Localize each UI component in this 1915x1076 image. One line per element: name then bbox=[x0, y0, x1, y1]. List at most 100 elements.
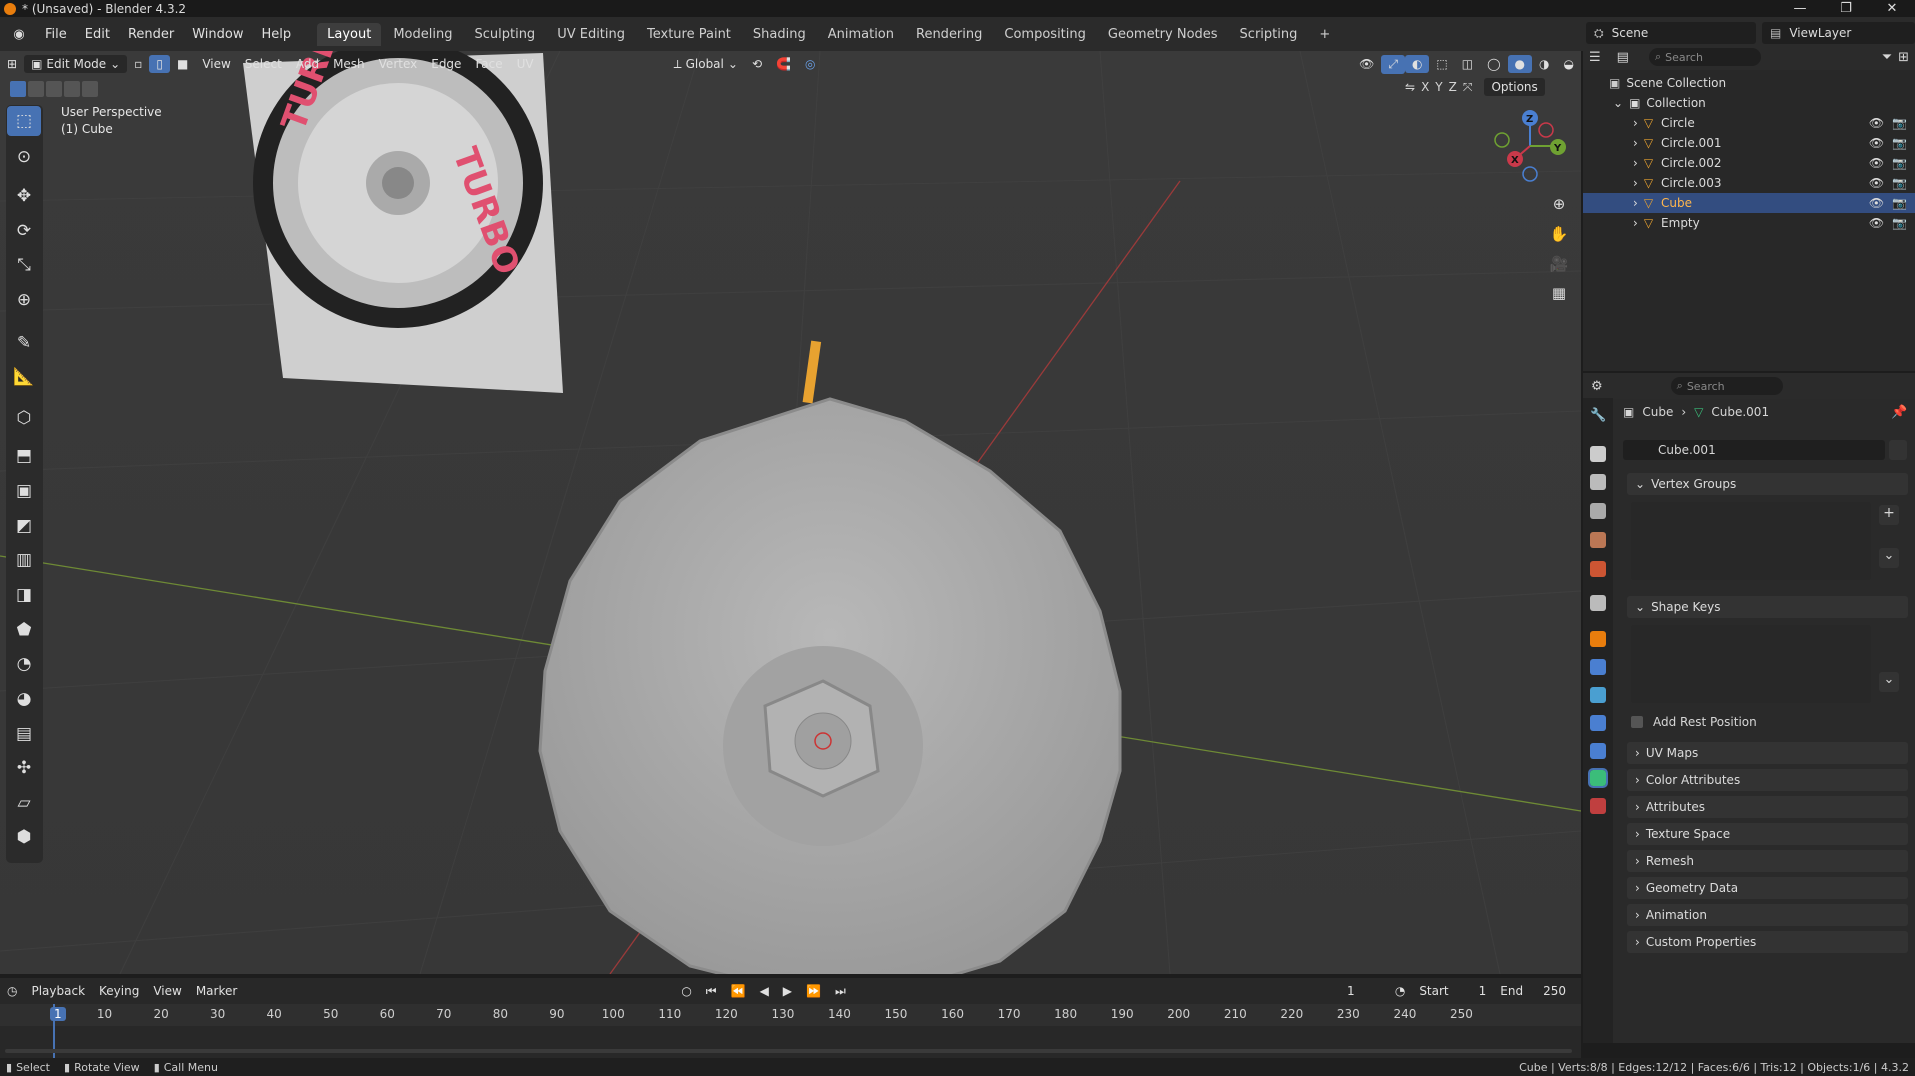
tab-scripting[interactable]: Scripting bbox=[1230, 23, 1308, 46]
menu-playback[interactable]: Playback bbox=[24, 982, 92, 1000]
camera-icon[interactable]: 📷 bbox=[1892, 176, 1907, 190]
outliner-search[interactable]: ⌕ Search bbox=[1648, 48, 1761, 66]
extrude-tool-icon[interactable]: ⬒ bbox=[7, 441, 41, 471]
menu-view[interactable]: View bbox=[195, 55, 237, 73]
collection-row[interactable]: ⌄ ▣ Collection bbox=[1583, 93, 1915, 113]
menu-edit[interactable]: Edit bbox=[76, 27, 119, 42]
breadcrumb-data[interactable]: Cube.001 bbox=[1711, 405, 1769, 419]
vertex-group-menu-icon[interactable]: ⌄ bbox=[1879, 548, 1899, 568]
solid-shading-icon[interactable]: ● bbox=[1507, 55, 1533, 73]
outliner-item[interactable]: › ▽ Cube 👁 📷 bbox=[1583, 193, 1915, 213]
mesh-overlay-icon[interactable]: ⬚ bbox=[1429, 55, 1454, 73]
menu-mesh[interactable]: Mesh bbox=[326, 55, 372, 73]
properties-search[interactable]: ⌕ Search bbox=[1670, 377, 1783, 395]
view-layer-tab-icon[interactable] bbox=[1590, 503, 1606, 519]
scene-selector[interactable]: ⛭ Scene bbox=[1586, 22, 1756, 44]
menu-uv[interactable]: UV bbox=[510, 55, 541, 73]
shape-keys-list[interactable] bbox=[1631, 625, 1871, 703]
scene-tab-icon[interactable] bbox=[1590, 532, 1606, 548]
render-tab-icon[interactable] bbox=[1590, 446, 1606, 462]
transform-orientation[interactable]: ⟂ Global ⌄ bbox=[667, 55, 745, 74]
axis-y[interactable]: Y bbox=[1435, 80, 1442, 94]
editor-type-icon[interactable]: ⊞ bbox=[0, 55, 24, 73]
inset-tool-icon[interactable]: ▣ bbox=[7, 476, 41, 506]
scale-tool-icon[interactable]: ⤡ bbox=[7, 250, 41, 280]
minimize-button[interactable]: — bbox=[1777, 0, 1823, 17]
eye-icon[interactable]: 👁 bbox=[1869, 176, 1884, 190]
add-vertex-group-button[interactable]: + bbox=[1879, 505, 1899, 525]
eye-icon[interactable]: 👁 bbox=[1869, 136, 1884, 150]
menu-window[interactable]: Window bbox=[183, 27, 252, 42]
camera-icon[interactable]: 📷 bbox=[1892, 116, 1907, 130]
menu-help[interactable]: Help bbox=[253, 27, 301, 42]
vertex-select-icon[interactable]: ▫ bbox=[127, 55, 149, 73]
start-frame-field[interactable]: Start 1 bbox=[1412, 982, 1494, 1000]
properties-section[interactable]: › Attributes bbox=[1627, 796, 1908, 818]
tab-layout[interactable]: Layout bbox=[317, 22, 382, 46]
snap-icon[interactable]: 🧲 bbox=[769, 55, 798, 73]
pin-icon[interactable]: 📌 bbox=[1891, 405, 1907, 420]
shape-keys-panel[interactable]: ⌄ Shape Keys bbox=[1627, 596, 1908, 618]
camera-view-icon[interactable]: 🎥 bbox=[1546, 251, 1572, 277]
outliner-item[interactable]: › ▽ Circle.003 👁 📷 bbox=[1583, 173, 1915, 193]
mirror-icon[interactable]: ⇋ bbox=[1405, 80, 1415, 94]
select-new-icon[interactable] bbox=[10, 81, 26, 97]
menu-face[interactable]: Face bbox=[468, 55, 509, 73]
end-frame-field[interactable]: End 250 bbox=[1493, 982, 1573, 1000]
vertex-groups-list[interactable] bbox=[1631, 502, 1871, 580]
properties-section[interactable]: › Custom Properties bbox=[1627, 931, 1908, 953]
move-tool-icon[interactable]: ✥ bbox=[7, 181, 41, 211]
eye-icon[interactable]: 👁 bbox=[1869, 216, 1884, 230]
vertex-groups-panel[interactable]: ⌄ Vertex Groups bbox=[1627, 473, 1908, 495]
material-tab-icon[interactable] bbox=[1590, 798, 1606, 814]
3d-viewport[interactable]: TURBO TURBO User Perspective (1) Cube Z … bbox=[0, 51, 1581, 974]
physics-tab-icon[interactable] bbox=[1590, 715, 1606, 731]
tab-texture-paint[interactable]: Texture Paint bbox=[637, 23, 741, 46]
shape-key-menu-icon[interactable]: ⌄ bbox=[1879, 672, 1899, 692]
measure-tool-icon[interactable]: 📐 bbox=[7, 362, 41, 392]
close-button[interactable]: ✕ bbox=[1869, 0, 1915, 17]
camera-icon[interactable]: 📷 bbox=[1892, 196, 1907, 210]
play-icon[interactable]: ▶ bbox=[776, 982, 799, 1000]
poly-build-tool-icon[interactable]: ⬟ bbox=[7, 615, 41, 645]
camera-icon[interactable]: 📷 bbox=[1892, 216, 1907, 230]
auto-merge-icon[interactable]: ⤧ bbox=[1463, 80, 1473, 95]
play-reverse-icon[interactable]: ◀ bbox=[753, 982, 776, 1000]
menu-render[interactable]: Render bbox=[119, 27, 183, 42]
tab-shading[interactable]: Shading bbox=[743, 23, 816, 46]
select-subtract-icon[interactable] bbox=[46, 81, 62, 97]
gizmo-toggle-icon[interactable]: ⤢ bbox=[1381, 54, 1405, 74]
select-extend-icon[interactable] bbox=[28, 81, 44, 97]
camera-icon[interactable]: 📷 bbox=[1892, 136, 1907, 150]
menu-vertex[interactable]: Vertex bbox=[372, 55, 425, 73]
rip-region-tool-icon[interactable]: ⬢ bbox=[7, 822, 41, 852]
rendered-shading-icon[interactable]: ◒ bbox=[1557, 55, 1581, 73]
output-tab-icon[interactable] bbox=[1590, 474, 1606, 490]
material-shading-icon[interactable]: ◑ bbox=[1532, 55, 1556, 73]
axis-x[interactable]: X bbox=[1421, 80, 1429, 94]
timeline-editor-icon[interactable]: ◷ bbox=[0, 982, 24, 1000]
axis-z[interactable]: Z bbox=[1449, 80, 1457, 94]
cursor-tool-icon[interactable]: ⊙ bbox=[7, 142, 41, 172]
tab-sculpting[interactable]: Sculpting bbox=[464, 23, 545, 46]
properties-section[interactable]: › Texture Space bbox=[1627, 823, 1908, 845]
modifiers-tab-icon[interactable] bbox=[1590, 659, 1606, 675]
tab-rendering[interactable]: Rendering bbox=[906, 23, 992, 46]
current-frame-field[interactable]: 1 bbox=[1313, 982, 1388, 1000]
add-cube-tool-icon[interactable]: ⬡ bbox=[7, 403, 41, 433]
properties-editor-icon[interactable]: ⚙ bbox=[1591, 379, 1603, 394]
rest-position-checkbox[interactable] bbox=[1631, 716, 1643, 728]
tool-tab-icon[interactable]: 🔧 bbox=[1590, 408, 1606, 424]
grid-view-icon[interactable]: ▦ bbox=[1546, 280, 1572, 306]
particles-tab-icon[interactable] bbox=[1590, 687, 1606, 703]
eye-icon[interactable]: 👁 bbox=[1869, 196, 1884, 210]
mesh-data-field[interactable]: Cube.001 bbox=[1623, 440, 1885, 460]
tab-modeling[interactable]: Modeling bbox=[383, 23, 462, 46]
data-tab-icon[interactable] bbox=[1588, 768, 1608, 788]
maximize-button[interactable]: ❐ bbox=[1823, 0, 1869, 17]
blender-menu-icon[interactable]: ◉ bbox=[8, 27, 30, 42]
shrink-fatten-tool-icon[interactable]: ✣ bbox=[7, 753, 41, 783]
bevel-tool-icon[interactable]: ◩ bbox=[7, 511, 41, 541]
properties-section[interactable]: › Remesh bbox=[1627, 850, 1908, 872]
autokey-icon[interactable]: ○ bbox=[674, 982, 698, 1000]
